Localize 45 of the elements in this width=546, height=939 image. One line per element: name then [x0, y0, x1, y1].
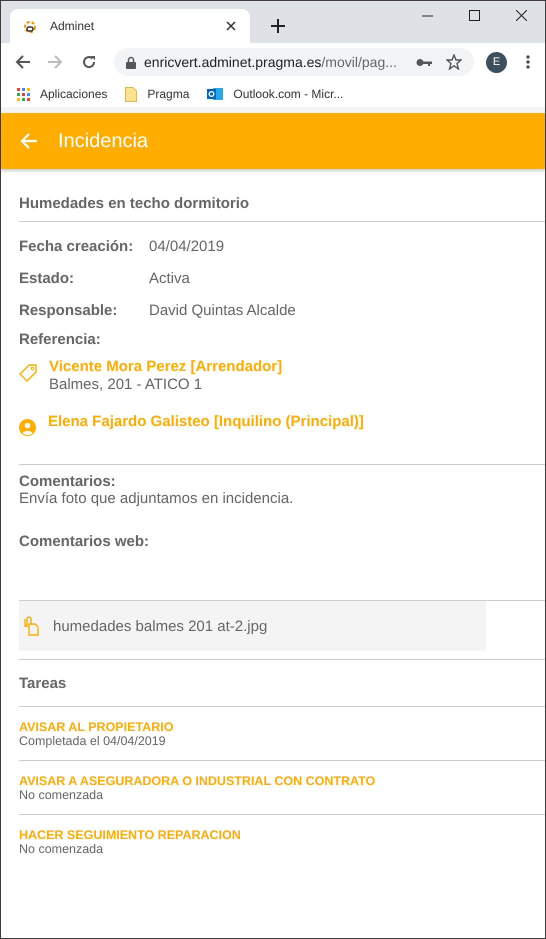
field-value: 04/04/2019 [149, 238, 224, 254]
url-host: enricvert.adminet.pragma.es [144, 54, 322, 70]
task-status: Completada el 04/04/2019 [19, 734, 167, 748]
incident-title: Humedades en techo dormitorio [19, 169, 545, 222]
reload-icon[interactable] [81, 54, 97, 70]
attachment-item[interactable]: humedades balmes 201 at-2.jpg [19, 601, 486, 651]
field-label: Estado: [19, 270, 76, 286]
close-icon[interactable] [226, 21, 236, 31]
field-value: David Quintas Alcalde [149, 302, 296, 318]
folder-icon [125, 86, 138, 102]
reference-address: Balmes, 201 - ATICO 1 [49, 376, 204, 393]
apps-grid-icon [17, 88, 30, 100]
comments-text: Envía foto que adjuntamos en incidencia. [19, 490, 294, 507]
section-title: Tareas [19, 660, 545, 707]
task-status: No comenzada [19, 842, 104, 856]
url-path: /movil/pag... [321, 54, 397, 70]
back-arrow-icon[interactable] [15, 55, 31, 69]
address-bar[interactable]: enricvert.adminet.pragma.es/movil/pag... [114, 48, 474, 76]
tab-title: Adminet [50, 19, 96, 33]
page-title: Incidencia [58, 130, 148, 152]
key-icon[interactable] [416, 58, 432, 66]
field-value: Activa [149, 270, 190, 286]
comments-label: Comentarios web: [19, 533, 150, 550]
browser-tab[interactable]: Adminet [10, 9, 250, 43]
person-icon [19, 419, 36, 436]
task-status: No comenzada [19, 788, 104, 802]
field-label: Fecha creación: [19, 238, 134, 254]
close-icon[interactable] [516, 10, 527, 21]
attachment-icon [23, 616, 39, 636]
field-label: Responsable: [19, 302, 118, 318]
bookmark[interactable]: Pragma [125, 86, 190, 102]
new-tab-icon[interactable] [271, 19, 285, 33]
minimize-icon[interactable] [422, 14, 433, 16]
maximize-icon[interactable] [469, 10, 480, 21]
field-label: Referencia: [19, 331, 102, 348]
tag-icon [19, 364, 37, 382]
bookmark[interactable]: Outlook.com - Micr... [207, 86, 344, 102]
star-icon[interactable] [446, 54, 462, 70]
menu-icon[interactable] [526, 55, 530, 69]
app-logo-icon [22, 18, 38, 34]
profile-avatar[interactable]: E [486, 52, 507, 72]
comments-label: Comentarios: [19, 473, 117, 490]
mail-app-icon [207, 86, 224, 102]
bookmark[interactable]: Aplicaciones [17, 87, 108, 101]
lock-icon [126, 56, 136, 68]
